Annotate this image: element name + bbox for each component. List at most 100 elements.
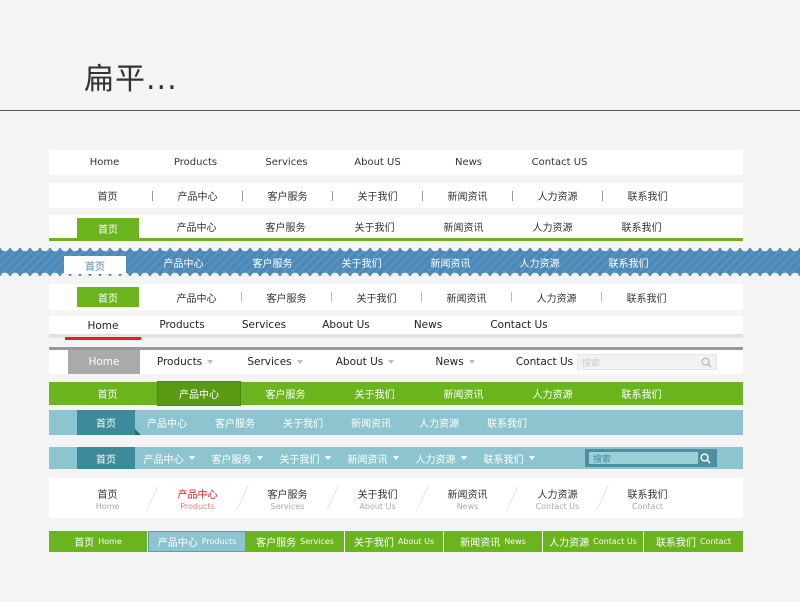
nav-item-hr[interactable]: 人力资源 (508, 382, 597, 405)
nav-item-about[interactable]: 关于我们 (269, 410, 337, 435)
nav-item-hr[interactable]: 人力资源 Contact Us (513, 478, 602, 518)
nav-item-hr[interactable]: 人力资源 (405, 410, 473, 435)
header-divider (0, 110, 800, 111)
nav-bar-11: 首页 Home 产品中心 Products 客户服务 Services 关于我们 Abo… (49, 478, 743, 518)
nav-item-services[interactable]: 客户服务 Services (246, 531, 345, 552)
nav-item-contact[interactable]: 联系我们 Contact (603, 478, 692, 518)
nav-item-hr[interactable]: 人力资源 (407, 447, 475, 469)
nav-item-news[interactable]: 新闻资讯 (337, 410, 405, 435)
nav-item-products[interactable]: 产品中心 (153, 183, 242, 208)
nav-item-services[interactable]: 客户服务 (241, 382, 330, 405)
nav-item-about[interactable]: 关于我们 (332, 284, 421, 310)
nav-item-news[interactable]: 新闻资讯 (419, 382, 508, 405)
nav-item-news[interactable]: 新闻资讯 News (444, 531, 543, 552)
nav-item-news[interactable]: News (423, 150, 514, 175)
nav-item-about[interactable]: About Us (305, 316, 387, 334)
nav-item-news[interactable]: 新闻资讯 (419, 215, 508, 238)
search-box[interactable]: 搜索 (589, 452, 698, 465)
nav-item-about[interactable]: About US (332, 150, 423, 175)
nav-item-news[interactable]: News (410, 350, 500, 374)
nav-item-about[interactable]: 关于我们 (271, 447, 339, 469)
nav-item-home[interactable]: 首页 Home (63, 478, 152, 518)
nav-item-about[interactable]: 关于我们 About Us (333, 478, 422, 518)
nav-item-about[interactable]: 关于我们 About Us (345, 531, 444, 552)
nav-item-home[interactable]: Home (65, 315, 141, 340)
nav-item-services[interactable]: Services (241, 150, 332, 175)
nav-item-home[interactable]: 首页 (77, 410, 141, 435)
nav-item-about[interactable]: 关于我们 (333, 183, 422, 208)
nav-item-about[interactable]: 关于我们 (330, 382, 419, 405)
nav-item-services[interactable]: 客户服务 (242, 284, 331, 310)
nav-bar-3: 首页 产品中心 客户服务 关于我们 新闻资讯 人力资源 联系我们 (49, 215, 743, 241)
nav-bar-4: 首页 产品中心 客户服务 关于我们 新闻资讯 人力资源 联系我们 (0, 247, 800, 277)
caret-down-icon (296, 360, 303, 364)
nav-item-products[interactable]: 产品中心 (135, 447, 203, 469)
nav-item-sublabel: Contact (699, 537, 732, 546)
nav-item-products[interactable]: 产品中心 (133, 410, 201, 435)
nav-item-contact[interactable]: 联系我们 Contact (644, 531, 743, 552)
nav-item-products[interactable]: Products (141, 316, 223, 334)
nav-item-news[interactable]: News (387, 316, 469, 334)
nav-item-home[interactable]: 首页 (77, 218, 139, 238)
search-input[interactable]: 搜索 (577, 354, 717, 370)
nav-item-home[interactable]: 首页 (64, 256, 126, 274)
nav-item-home[interactable]: 首页 (77, 447, 135, 469)
nav-item-contact[interactable]: 联系我们 (597, 215, 686, 238)
nav-item-products[interactable]: 产品中心 (152, 215, 241, 238)
nav-item-products[interactable]: 产品中心 Products (153, 478, 242, 518)
nav-item-services[interactable]: Services (223, 316, 305, 334)
search-icon[interactable] (700, 452, 711, 464)
nav-item-news[interactable]: 新闻资讯 (339, 447, 407, 469)
nav-item-services[interactable]: 客户服务 (203, 447, 271, 469)
nav-item-contact[interactable]: 联系我们 (603, 183, 692, 208)
nav-item-label: 产品中心 (177, 489, 218, 501)
nav-item-label: 首页 (97, 489, 118, 501)
caret-down-icon (528, 456, 535, 460)
nav-item-home[interactable]: Home (68, 350, 140, 374)
nav-item-services[interactable]: 客户服务 (201, 410, 269, 435)
nav-item-about[interactable]: About Us (320, 350, 410, 374)
nav-item-label: 关于我们 (353, 538, 394, 549)
nav-item-sublabel: Home (95, 501, 120, 511)
nav-item-products[interactable]: 产品中心 Products (148, 531, 246, 552)
nav-item-news[interactable]: 新闻资讯 (422, 284, 511, 310)
search-input[interactable]: 搜索 (585, 449, 717, 467)
nav-item-news[interactable]: 新闻资讯 (406, 248, 495, 276)
nav-item-sublabel: Services (300, 537, 334, 546)
nav-item-contact[interactable]: 联系我们 (597, 382, 686, 405)
nav-item-hr[interactable]: 人力资源 (508, 215, 597, 238)
nav-item-hr[interactable]: 人力资源 (495, 248, 584, 276)
nav-item-hr[interactable]: 人力资源 (513, 183, 602, 208)
nav-item-services[interactable]: 客户服务 (228, 248, 317, 276)
nav-item-home[interactable]: 首页 (63, 183, 152, 208)
nav-item-home[interactable]: Home (59, 150, 150, 175)
nav-item-label: 关于我们 (357, 489, 398, 501)
nav-item-products[interactable]: 产品中心 (139, 248, 228, 276)
nav-item-home[interactable]: 首页 (63, 382, 152, 405)
nav-item-about[interactable]: 关于我们 (317, 248, 406, 276)
nav-item-home[interactable]: 首页 (77, 287, 139, 307)
nav-item-services[interactable]: 客户服务 Services (243, 478, 332, 518)
search-placeholder: 搜索 (582, 358, 601, 369)
nav-item-products[interactable]: 产品中心 (152, 284, 241, 310)
nav-item-products[interactable]: 产品中心 (157, 381, 241, 406)
nav-item-about[interactable]: 关于我们 (330, 215, 419, 238)
nav-bar-7: Home Products Services About Us News Con… (49, 350, 743, 374)
nav-item-services[interactable]: 客户服务 (243, 183, 332, 208)
nav-item-contact[interactable]: Contact US (514, 150, 605, 175)
nav-item-home[interactable]: 首页 Home (49, 531, 148, 552)
nav-item-contact[interactable]: 联系我们 (584, 248, 673, 276)
nav-item-contact[interactable]: 联系我们 (473, 410, 541, 435)
nav-item-services[interactable]: Services (230, 350, 320, 374)
search-icon[interactable] (701, 356, 712, 368)
nav-item-hr[interactable]: 人力资源 Contact Us (543, 531, 644, 552)
nav-item-news[interactable]: 新闻资讯 (423, 183, 512, 208)
nav-item-contact[interactable]: Contact Us (469, 316, 569, 334)
nav-item-hr[interactable]: 人力资源 (512, 284, 601, 310)
nav-item-news[interactable]: 新闻资讯 News (423, 478, 512, 518)
nav-item-products[interactable]: Products (150, 150, 241, 175)
nav-item-products[interactable]: Products (140, 350, 230, 374)
nav-item-contact[interactable]: 联系我们 (475, 447, 543, 469)
nav-item-services[interactable]: 客户服务 (241, 215, 330, 238)
nav-item-contact[interactable]: 联系我们 (602, 284, 691, 310)
